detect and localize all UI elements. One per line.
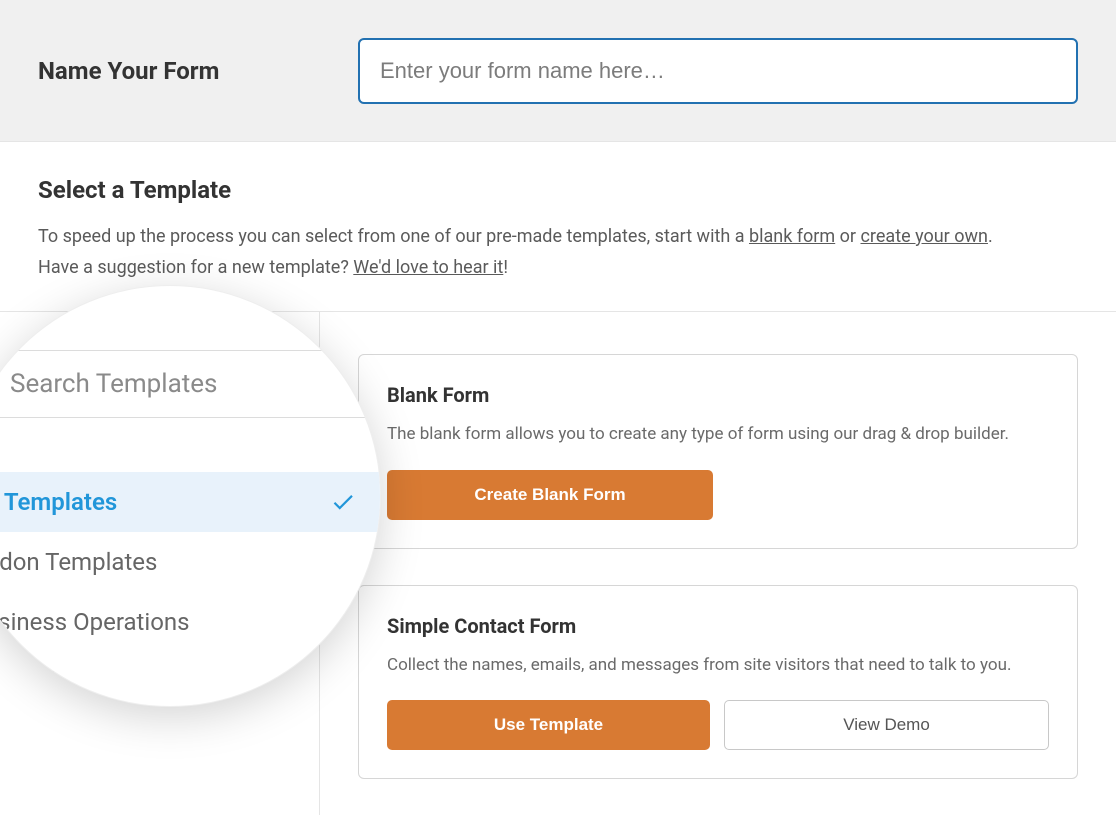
- use-template-button[interactable]: Use Template: [387, 700, 710, 750]
- template-card-simple-contact-form: Simple Contact Form Collect the names, e…: [358, 585, 1078, 779]
- create-blank-form-button[interactable]: Create Blank Form: [387, 470, 713, 520]
- template-list: Blank Form The blank form allows you to …: [320, 312, 1116, 815]
- template-title: Blank Form: [387, 383, 1049, 407]
- zoom-search[interactable]: Search Templates: [0, 350, 380, 418]
- view-demo-button[interactable]: View Demo: [724, 700, 1049, 750]
- blank-form-link[interactable]: blank form: [749, 226, 835, 247]
- template-desc: Collect the names, emails, and messages …: [387, 652, 1049, 678]
- check-icon: [330, 489, 356, 515]
- suggest-template-link[interactable]: We'd love to hear it: [353, 257, 503, 278]
- form-name-input[interactable]: [358, 38, 1078, 104]
- name-form-header: Name Your Form: [0, 0, 1116, 142]
- intro-text: To speed up the process you can select f…: [38, 222, 1078, 283]
- zoom-category-business-operations[interactable]: Business Operations: [0, 592, 380, 652]
- zoom-category-addon-templates[interactable]: Addon Templates: [0, 532, 380, 592]
- template-card-blank-form: Blank Form The blank form allows you to …: [358, 354, 1078, 548]
- create-your-own-link[interactable]: create your own: [861, 226, 988, 247]
- template-title: Simple Contact Form: [387, 614, 1049, 638]
- zoom-category-all-templates[interactable]: All Templates: [0, 472, 380, 532]
- select-template-heading: Select a Template: [38, 176, 1078, 204]
- zoom-search-placeholder: Search Templates: [10, 369, 217, 399]
- template-desc: The blank form allows you to create any …: [387, 421, 1049, 447]
- name-form-title: Name Your Form: [38, 57, 358, 85]
